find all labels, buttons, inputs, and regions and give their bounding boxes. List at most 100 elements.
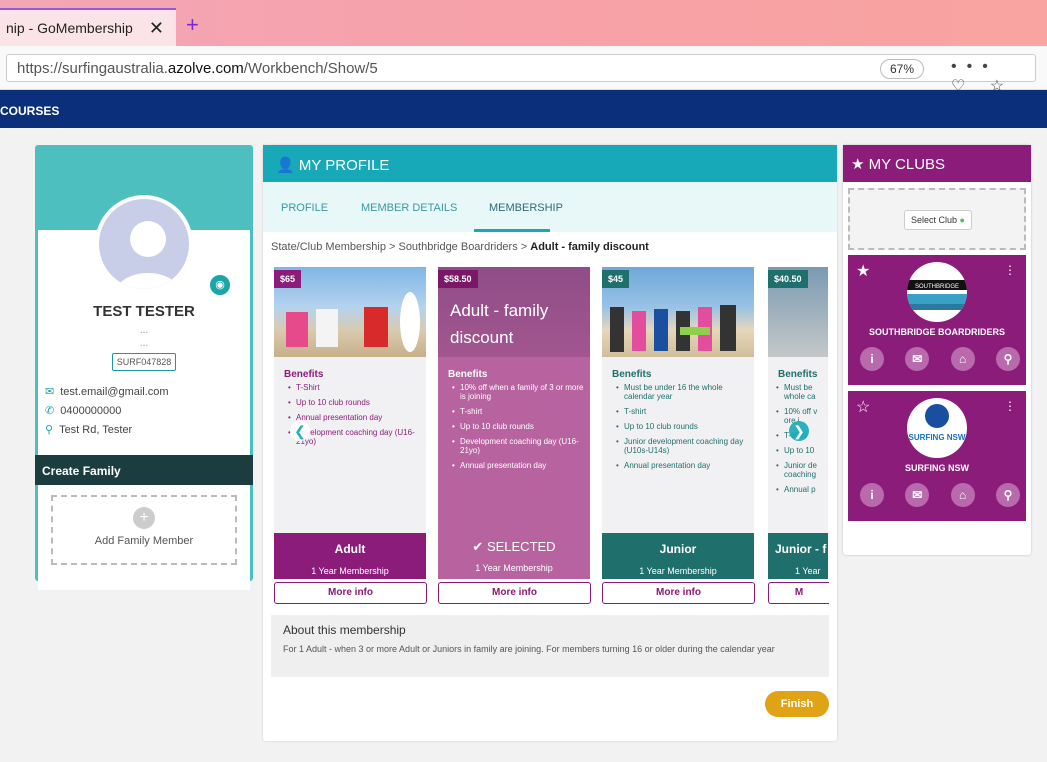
- profile-name: TEST TESTER: [93, 303, 195, 320]
- profile-card: ◉ TEST TESTER ... ... SURF047828 ✉ test.e…: [35, 145, 253, 590]
- profile-subtext-2: ...: [139, 338, 149, 349]
- membership-card-adult-family[interactable]: $58.50 Adult - family discount Benefits …: [438, 267, 590, 579]
- camera-icon[interactable]: ◉: [208, 273, 232, 297]
- card-subtitle: 1 Year: [795, 566, 821, 576]
- card-subtitle: 1 Year Membership: [311, 566, 389, 576]
- user-icon: 👤: [276, 157, 295, 174]
- card-title: Adult: [334, 542, 366, 556]
- member-location-icon[interactable]: ⚲: [995, 347, 1020, 371]
- more-info-button[interactable]: M: [768, 582, 829, 604]
- plus-icon: +: [133, 507, 155, 529]
- tab-title: nip - GoMembership: [6, 20, 133, 36]
- breadcrumb: State/Club Membership > Southbridge Boar…: [271, 241, 649, 253]
- benefit-item: T-shirt: [616, 407, 748, 416]
- carousel-next-icon[interactable]: ❯: [789, 421, 809, 441]
- benefits-list: T-Shirt Up to 10 club rounds Annual pres…: [288, 383, 420, 452]
- mail-icon: ✉: [45, 386, 55, 398]
- add-family-label: Add Family Member: [94, 535, 194, 547]
- phone-row: ✆ 0400000000: [45, 405, 122, 417]
- address-row: ⚲ Test Rd, Tester: [45, 424, 133, 436]
- card-title: Junior: [659, 542, 697, 556]
- my-profile-panel: 👤 MY PROFILE PROFILE MEMBER DETAILS MEMB…: [263, 145, 837, 741]
- tab-profile[interactable]: PROFILE: [281, 202, 328, 214]
- create-family-header: Create Family: [35, 455, 253, 485]
- info-icon[interactable]: i: [860, 483, 884, 507]
- location-icon: ⚲: [45, 424, 54, 436]
- star-filled-icon[interactable]: ★: [856, 261, 870, 281]
- club-logo: SURFING NSW: [907, 398, 967, 458]
- club-actions: i ✉ ⌂ ⚲: [860, 483, 1020, 507]
- benefits-list: 10% off when a family of 3 or more is jo…: [452, 383, 584, 476]
- info-icon[interactable]: i: [860, 347, 884, 371]
- price-badge: $40.50: [768, 270, 808, 288]
- benefit-item: Annual presentation day: [452, 461, 584, 470]
- benefits-label: Benefits: [612, 369, 652, 380]
- url-bar: https://surfingaustralia.azolve.com/Work…: [0, 46, 1047, 95]
- active-tab-indicator: [474, 229, 550, 232]
- club-logo-text: SOUTHBRIDGE: [915, 284, 959, 290]
- browser-tab-bar: nip - GoMembership ✕ +: [0, 0, 1047, 46]
- profile-subtext: ...: [139, 325, 149, 336]
- benefits-label: Benefits: [778, 369, 818, 380]
- tab-member-details[interactable]: MEMBER DETAILS: [361, 202, 457, 214]
- member-id-badge: SURF047828: [112, 353, 176, 371]
- price-badge: $65: [274, 270, 302, 288]
- benefit-item: T-Shirt: [288, 383, 420, 392]
- site-nav: COURSES: [0, 90, 1047, 128]
- more-info-button[interactable]: More info: [602, 582, 755, 604]
- check-circle-icon: ✔: [472, 539, 484, 554]
- club-card[interactable]: ★ ⋮ SOUTHBRIDGE SOUTHBRIDGE BOARDRIDERS …: [848, 255, 1026, 385]
- more-info-button[interactable]: More info: [274, 582, 427, 604]
- card-footer: Junior - f 1 Year: [768, 533, 828, 579]
- mail-icon[interactable]: ✉: [905, 483, 930, 507]
- card-footer: ✔ SELECTED 1 Year Membership: [438, 533, 590, 579]
- club-card[interactable]: ☆ ⋮ SURFING NSW SURFING NSW i ✉ ⌂ ⚲: [848, 391, 1026, 521]
- card-subtitle: 1 Year Membership: [475, 563, 553, 573]
- price-badge: $45: [602, 270, 630, 288]
- mail-icon[interactable]: ✉: [905, 347, 930, 371]
- club-actions: i ✉ ⌂ ⚲: [860, 347, 1020, 371]
- price-badge: $58.50: [438, 270, 478, 288]
- address-field[interactable]: https://surfingaustralia.azolve.com/Work…: [6, 54, 1036, 95]
- about-title: About this membership: [283, 623, 406, 637]
- benefit-item: Annual presentation day: [288, 413, 420, 422]
- benefit-item: Up to 10: [776, 446, 826, 455]
- email-row: ✉ test.email@gmail.com: [45, 386, 169, 398]
- card-footer: Junior 1 Year Membership: [602, 533, 754, 579]
- my-clubs-panel: ★ MY CLUBS Select Club ● ★ ⋮ SOUTHBRIDGE…: [843, 145, 1031, 555]
- zoom-badge[interactable]: 67%: [880, 59, 924, 79]
- home-icon[interactable]: ⌂: [950, 483, 975, 507]
- card-overlay-title: Adult - family discount: [450, 301, 549, 347]
- plus-circle-icon: ●: [959, 215, 965, 225]
- clubs-header: ★ MY CLUBS: [843, 145, 1031, 182]
- url-text: https://surfingaustralia.azolve.com/Work…: [17, 60, 378, 77]
- select-club-button[interactable]: Select Club ●: [904, 210, 972, 230]
- benefit-item: Development coaching day (U16-21yo): [452, 437, 584, 455]
- home-icon[interactable]: ⌂: [950, 347, 975, 371]
- benefit-item: Must be whole ca: [776, 383, 826, 401]
- add-family-member-button[interactable]: + Add Family Member: [51, 495, 237, 565]
- nav-item-courses[interactable]: COURSES: [0, 104, 59, 118]
- tab-membership[interactable]: MEMBERSHIP: [489, 202, 563, 214]
- phone-icon: ✆: [45, 405, 55, 417]
- browser-tab[interactable]: nip - GoMembership ✕: [0, 8, 176, 46]
- panel-title: MY PROFILE: [298, 157, 390, 174]
- benefits-list: Must be whole ca 10% off v ore i T-shirt…: [776, 383, 826, 500]
- benefit-item: Annual p: [776, 485, 826, 494]
- close-icon[interactable]: ✕: [149, 18, 164, 39]
- new-tab-button[interactable]: +: [186, 12, 199, 38]
- more-info-button[interactable]: More info: [438, 582, 591, 604]
- carousel-prev-icon[interactable]: ❮: [290, 421, 310, 441]
- benefit-item: T-shirt: [452, 407, 584, 416]
- card-title: Junior - f: [775, 542, 827, 556]
- card-footer: Adult 1 Year Membership: [274, 533, 426, 579]
- benefit-item: Must be under 16 the whole calendar year: [616, 383, 748, 401]
- benefit-item: Up to 10 club rounds: [452, 422, 584, 431]
- star-outline-icon[interactable]: ☆: [856, 397, 870, 417]
- more-vert-icon[interactable]: ⋮: [1004, 399, 1016, 413]
- finish-button[interactable]: Finish: [765, 691, 829, 717]
- benefit-item: Junior de coaching: [776, 461, 826, 479]
- more-vert-icon[interactable]: ⋮: [1004, 263, 1016, 277]
- member-location-icon[interactable]: ⚲: [995, 483, 1020, 507]
- membership-card-junior[interactable]: $45 Benefits Must be under 16 the whole …: [602, 267, 754, 579]
